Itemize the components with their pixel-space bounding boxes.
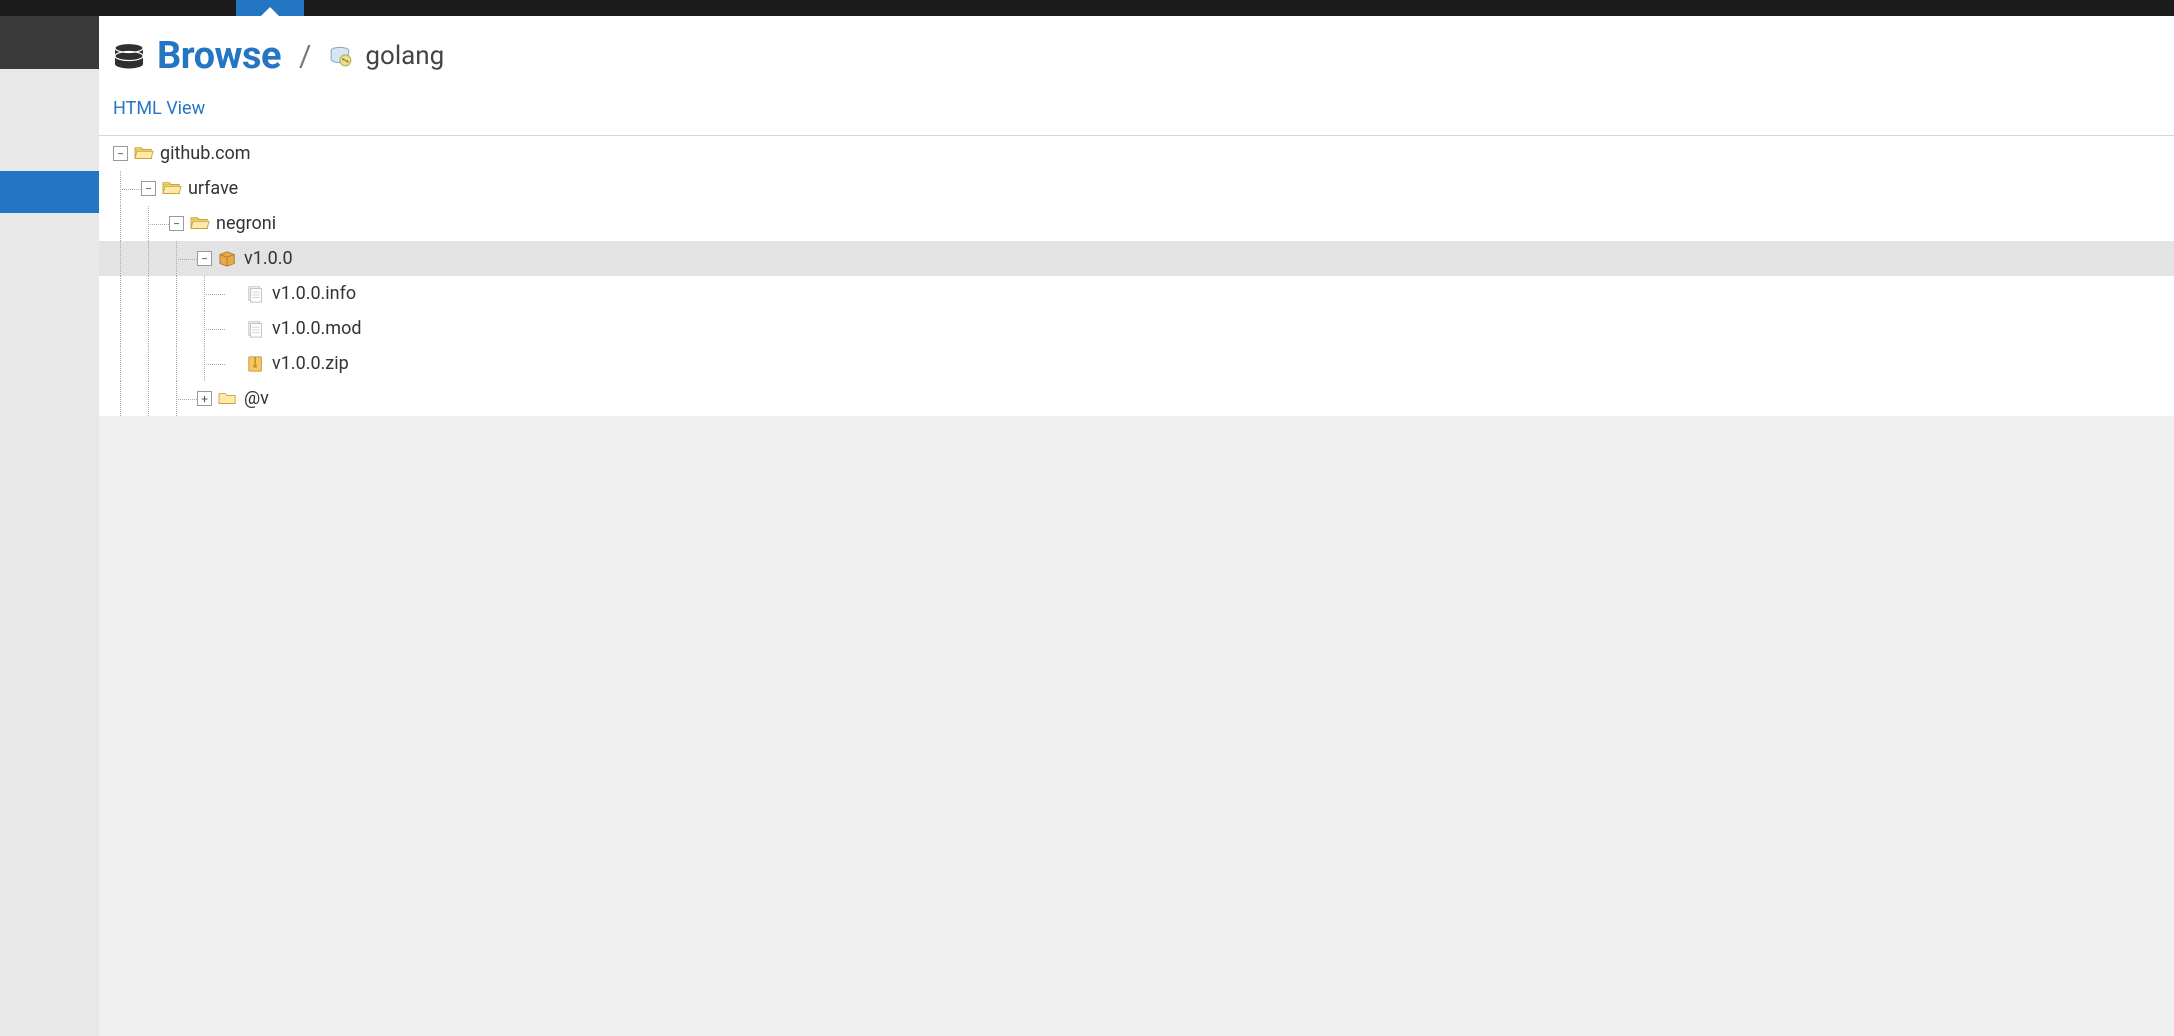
file-icon	[246, 320, 266, 338]
sidebar-gap	[0, 69, 99, 171]
folder-open-icon	[162, 180, 182, 198]
main-area: Browse / golang HTML View − github.com − ur…	[99, 16, 2174, 1036]
tree-collapse-icon[interactable]: −	[169, 216, 184, 231]
tree-node-v100zip[interactable]: v1.0.0.zip	[99, 346, 2174, 381]
app-root: Browse / golang HTML View − github.com − ur…	[0, 0, 2174, 1036]
tree-node-v100mod[interactable]: v1.0.0.mod	[99, 311, 2174, 346]
left-sidebar	[0, 16, 99, 1036]
page-title: Browse	[157, 34, 281, 78]
tree-node-atv[interactable]: + @v	[99, 381, 2174, 416]
tree-toggle-spacer	[225, 356, 240, 371]
file-icon	[246, 285, 266, 303]
tree-node-v100[interactable]: − v1.0.0	[99, 241, 2174, 276]
repository-icon	[329, 45, 353, 67]
tree-node-negroni[interactable]: − negroni	[99, 206, 2174, 241]
tree-collapse-icon[interactable]: −	[197, 251, 212, 266]
tree-node-label: v1.0.0	[244, 248, 293, 269]
tree-node-label: @v	[244, 388, 269, 409]
tree-expand-icon[interactable]: +	[197, 391, 212, 406]
tree-node-label: v1.0.0.info	[272, 283, 356, 304]
tree-node-label: v1.0.0.mod	[272, 318, 362, 339]
subheader: HTML View	[99, 88, 2174, 135]
tree-toggle-spacer	[225, 321, 240, 336]
tree-indent	[99, 381, 197, 416]
folder-open-icon	[134, 145, 154, 163]
tree-node-v100info[interactable]: v1.0.0.info	[99, 276, 2174, 311]
database-icon	[113, 41, 145, 71]
tree-indent	[99, 136, 113, 171]
tree-indent	[99, 241, 197, 276]
html-view-link[interactable]: HTML View	[113, 98, 205, 119]
tree-collapse-icon[interactable]: −	[141, 181, 156, 196]
folder-icon	[218, 390, 238, 408]
sidebar-active-item[interactable]	[0, 171, 99, 213]
tree-node-label: github.com	[160, 143, 251, 164]
tree-node-label: negroni	[216, 213, 276, 234]
tree-indent	[99, 346, 225, 381]
archive-icon	[246, 355, 266, 373]
top-bar-spacer	[0, 0, 236, 16]
tree-indent	[99, 311, 225, 346]
page-header: Browse / golang	[99, 16, 2174, 88]
body: Browse / golang HTML View − github.com − ur…	[0, 16, 2174, 1036]
breadcrumb-separator: /	[299, 39, 311, 74]
empty-area	[99, 416, 2174, 1036]
tree-indent	[99, 206, 169, 241]
tree-node-label: urfave	[188, 178, 238, 199]
folder-open-icon	[190, 215, 210, 233]
tree-indent	[99, 276, 225, 311]
sidebar-dark-section[interactable]	[0, 16, 99, 69]
repository-name: golang	[365, 41, 444, 71]
tree-collapse-icon[interactable]: −	[113, 146, 128, 161]
package-icon	[218, 250, 238, 268]
tree-indent	[99, 171, 141, 206]
tree-node-github[interactable]: − github.com	[99, 136, 2174, 171]
top-bar	[0, 0, 2174, 16]
tree-toggle-spacer	[225, 286, 240, 301]
top-bar-active-indicator	[236, 0, 304, 16]
tree-node-urfave[interactable]: − urfave	[99, 171, 2174, 206]
tree-node-label: v1.0.0.zip	[272, 353, 349, 374]
repository-tree: − github.com − urfave − negroni − v1.0.0 v1.0.0.…	[99, 136, 2174, 416]
